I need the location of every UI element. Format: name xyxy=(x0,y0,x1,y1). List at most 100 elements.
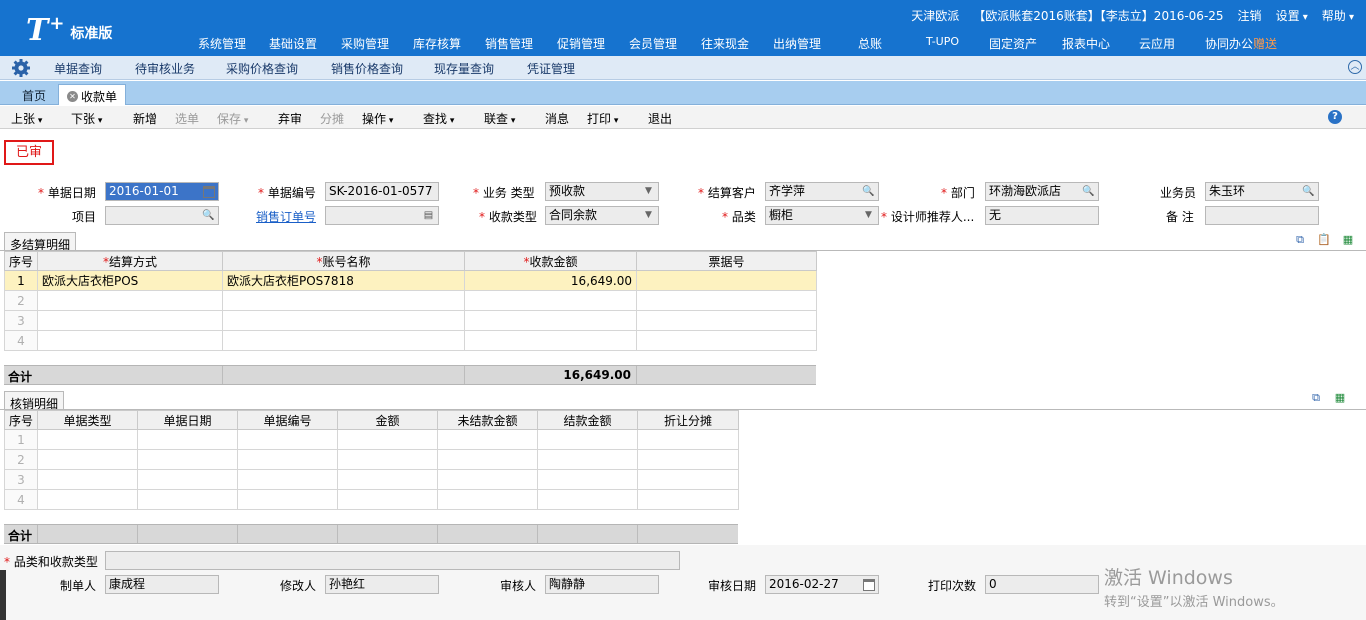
operate-button[interactable]: 操作 xyxy=(362,110,393,127)
nav-receivables[interactable]: 往来现金 xyxy=(701,35,749,52)
copy-icon[interactable]: ⧉ xyxy=(1308,391,1324,405)
cell-method[interactable]: 欧派大店衣柜POS xyxy=(37,270,223,291)
col-settled: 结款金额 xyxy=(537,410,638,430)
unaudit-button[interactable]: 弃审 xyxy=(278,110,302,127)
save-button[interactable]: 保存 xyxy=(217,110,248,127)
chevron-down-icon[interactable]: ▼ xyxy=(642,209,655,222)
quick-stock-query[interactable]: 现存量查询 xyxy=(434,60,494,77)
quick-sales-price[interactable]: 销售价格查询 xyxy=(331,60,403,77)
logout-link[interactable]: 注销 xyxy=(1238,7,1262,24)
cat-type-field[interactable] xyxy=(105,551,680,570)
allocate-button[interactable]: 分摊 xyxy=(320,110,344,127)
cell-amount[interactable] xyxy=(464,290,637,311)
biz-type-select[interactable]: 预收款 ▼ xyxy=(545,182,659,201)
print-count-label: 打印次数 xyxy=(928,579,977,593)
sales-order-field[interactable]: ▤ xyxy=(325,206,439,225)
cell-amount[interactable] xyxy=(464,330,637,351)
list-icon[interactable]: ▤ xyxy=(422,209,435,222)
cell-bill[interactable] xyxy=(636,310,817,331)
designer-field[interactable]: 无 xyxy=(985,206,1099,225)
linked-query-button[interactable]: 联查 xyxy=(484,110,515,127)
table-row[interactable]: 3 xyxy=(4,310,817,331)
cell-method[interactable] xyxy=(37,310,223,331)
help-icon[interactable]: ? xyxy=(1328,110,1342,124)
quick-doc-query[interactable]: 单据查询 xyxy=(54,60,102,77)
search-icon[interactable]: 🔍 xyxy=(862,185,875,198)
nav-general-ledger[interactable]: 总账 xyxy=(858,35,882,52)
quick-voucher[interactable]: 凭证管理 xyxy=(527,60,575,77)
next-button[interactable]: 下张 xyxy=(71,110,102,127)
nav-collaboration[interactable]: 协同办公 xyxy=(1205,35,1253,52)
cell-bill[interactable] xyxy=(636,290,817,311)
collapse-up-icon[interactable]: ︿ xyxy=(1348,60,1362,74)
tab-home[interactable]: 首页 xyxy=(14,84,54,105)
cell-method[interactable] xyxy=(37,290,223,311)
nav-cloud[interactable]: 云应用 xyxy=(1139,35,1175,52)
nav-system[interactable]: 系统管理 xyxy=(198,35,246,52)
table-row[interactable]: 2 xyxy=(4,449,739,470)
table-row[interactable]: 1 欧派大店衣柜POS 欧派大店衣柜POS7818 16,649.00 xyxy=(4,270,817,291)
table-row[interactable]: 4 xyxy=(4,489,739,510)
find-button[interactable]: 查找 xyxy=(423,110,454,127)
nav-purchase[interactable]: 采购管理 xyxy=(341,35,389,52)
search-icon[interactable]: 🔍 xyxy=(202,209,215,222)
doc-date-field[interactable]: 2016-01-01 xyxy=(105,182,219,201)
cell-account[interactable]: 欧派大店衣柜POS7818 xyxy=(222,270,465,291)
chevron-down-icon[interactable]: ▼ xyxy=(862,209,875,222)
nav-member[interactable]: 会员管理 xyxy=(629,35,677,52)
dept-field[interactable]: 环渤海欧派店 🔍 xyxy=(985,182,1099,201)
remark-field[interactable] xyxy=(1205,206,1319,225)
table-row[interactable]: 1 xyxy=(4,429,739,450)
chevron-down-icon[interactable]: ▼ xyxy=(642,185,655,198)
gear-icon[interactable] xyxy=(11,58,31,78)
print-button[interactable]: 打印 xyxy=(587,110,618,127)
cell-amount[interactable] xyxy=(464,310,637,331)
table-row[interactable]: 4 xyxy=(4,330,817,351)
nav-fixed-assets[interactable]: 固定资产 xyxy=(989,35,1037,52)
cell-bill[interactable] xyxy=(636,270,817,291)
excel-export-icon[interactable]: ▦ xyxy=(1332,391,1348,405)
nav-promotion[interactable]: 促销管理 xyxy=(557,35,605,52)
prev-button[interactable]: 上张 xyxy=(11,110,42,127)
table-row[interactable]: 2 xyxy=(4,290,817,311)
modifier-label: 修改人 xyxy=(280,579,317,593)
cell-account[interactable] xyxy=(222,330,465,351)
quick-purchase-price[interactable]: 采购价格查询 xyxy=(226,60,298,77)
settings-menu[interactable]: 设置 xyxy=(1276,7,1308,24)
nav-cashier[interactable]: 出纳管理 xyxy=(773,35,821,52)
calendar-icon[interactable] xyxy=(863,579,875,591)
calendar-icon[interactable] xyxy=(203,186,215,198)
customer-field[interactable]: 齐学萍 🔍 xyxy=(765,182,879,201)
copy-icon[interactable]: ⧉ xyxy=(1292,233,1308,247)
category-select[interactable]: 橱柜 ▼ xyxy=(765,206,879,225)
cell-account[interactable] xyxy=(222,290,465,311)
sales-order-link[interactable]: 销售订单号 xyxy=(256,208,316,225)
top-brand-bar: T + 标准版 天津欧派 【欧派账套2016账套】【李志立】2016-06-25… xyxy=(0,0,1366,56)
close-icon[interactable]: ✕ xyxy=(67,91,78,102)
cell-method[interactable] xyxy=(37,330,223,351)
nav-t-upo[interactable]: T-UPO xyxy=(926,35,959,48)
search-icon[interactable]: 🔍 xyxy=(1082,185,1095,198)
receipt-type-select[interactable]: 合同余款 ▼ xyxy=(545,206,659,225)
help-menu[interactable]: 帮助 xyxy=(1322,7,1354,24)
cell-account[interactable] xyxy=(222,310,465,331)
new-button[interactable]: 新增 xyxy=(133,110,157,127)
project-field[interactable]: 🔍 xyxy=(105,206,219,225)
nav-reports[interactable]: 报表中心 xyxy=(1062,35,1110,52)
select-button[interactable]: 选单 xyxy=(175,110,199,127)
doc-no-field[interactable]: SK-2016-01-0577 xyxy=(325,182,439,201)
salesman-field[interactable]: 朱玉环 🔍 xyxy=(1205,182,1319,201)
paste-icon[interactable]: 📋 xyxy=(1316,233,1332,247)
cell-bill[interactable] xyxy=(636,330,817,351)
search-icon[interactable]: 🔍 xyxy=(1302,185,1315,198)
quick-pending-review[interactable]: 待审核业务 xyxy=(135,60,195,77)
cell-amount[interactable]: 16,649.00 xyxy=(464,270,637,291)
nav-sales[interactable]: 销售管理 xyxy=(485,35,533,52)
tab-receipt[interactable]: ✕ 收款单 xyxy=(58,84,127,105)
nav-inventory[interactable]: 库存核算 xyxy=(413,35,461,52)
message-button[interactable]: 消息 xyxy=(545,110,569,127)
exit-button[interactable]: 退出 xyxy=(648,110,672,127)
nav-basic-settings[interactable]: 基础设置 xyxy=(269,35,317,52)
table-row[interactable]: 3 xyxy=(4,469,739,490)
excel-export-icon[interactable]: ▦ xyxy=(1340,233,1356,247)
